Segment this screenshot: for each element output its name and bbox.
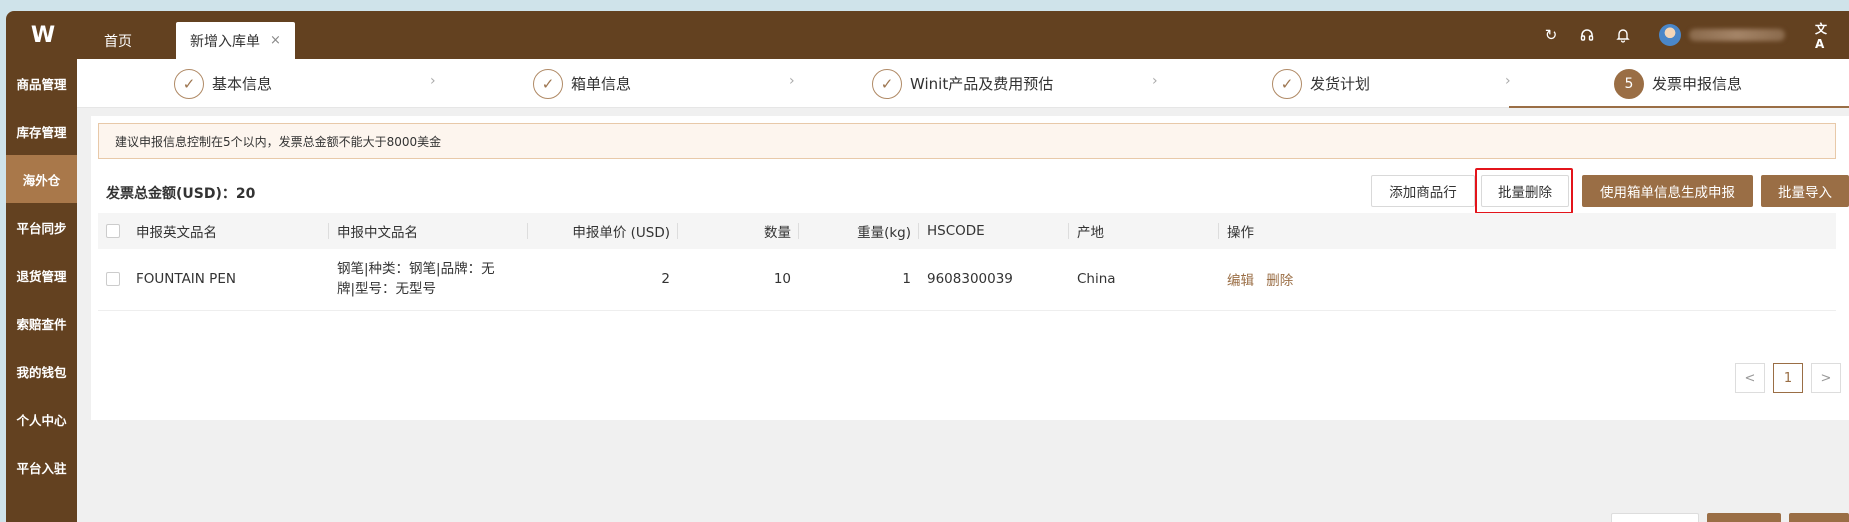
footer-button-partial[interactable] [1707,513,1781,522]
next-page-button[interactable]: > [1811,363,1841,393]
add-row-button[interactable]: 添加商品行 [1371,175,1475,207]
generate-from-box-button[interactable]: 使用箱单信息生成申报 [1582,175,1753,207]
footer-button-partial[interactable] [1611,513,1699,522]
cell-quantity: 10 [678,249,799,311]
tab-new-inbound-order-label: 新增入库单 [190,33,260,50]
cell-origin: China [1069,249,1219,311]
step-invoice-declaration[interactable]: 5 发票申报信息 [1614,59,1742,108]
batch-import-button[interactable]: 批量导入 [1761,175,1849,207]
declaration-table: 申报英文品名 申报中文品名 申报单价 (USD) 数量 重量(kg) HSCOD… [98,213,1836,311]
chevron-right-icon: › [1152,73,1158,89]
footer-button-partial[interactable] [1789,513,1849,522]
col-origin: 产地 [1069,213,1219,249]
sidebar-item-returns-management[interactable]: 退货管理 [6,251,77,299]
bell-icon[interactable] [1613,25,1633,45]
table-header-row: 申报英文品名 申报中文品名 申报单价 (USD) 数量 重量(kg) HSCOD… [98,213,1836,249]
tab-new-inbound-order[interactable]: 新增入库单 × [176,22,295,59]
table-row: FOUNTAIN PEN 钢笔|种类：钢笔|品牌：无牌|型号：无型号 2 10 … [98,249,1836,311]
sidebar-item-inventory-management[interactable]: 库存管理 [6,107,77,155]
edit-link[interactable]: 编辑 [1227,273,1254,289]
sidebar-item-product-management[interactable]: 商品管理 [6,59,77,107]
check-icon: ✓ [872,68,902,99]
highlight-annotation [1475,168,1573,214]
sidebar-item-claims-tracking[interactable]: 索赔查件 [6,299,77,347]
col-unit-price: 申报单价 (USD) [528,213,678,249]
sidebar-item-my-wallet[interactable]: 我的钱包 [6,347,77,395]
step-basic-info[interactable]: ✓ 基本信息 [174,59,272,108]
col-hscode: HSCODE [919,213,1069,249]
step-label: Winit产品及费用预估 [910,75,1054,93]
step-label: 箱单信息 [571,75,632,93]
sidebar: 商品管理 库存管理 海外仓 平台同步 退货管理 索赔查件 我的钱包 个人中心 平… [6,59,77,522]
winit-logo[interactable]: W [6,11,77,59]
step-shipping-plan[interactable]: ✓ 发货计划 [1272,59,1370,108]
check-icon: ✓ [174,68,204,99]
tab-home[interactable]: 首页 [90,22,146,59]
main-content: 建议申报信息控制在5个以内，发票总金额不能大于8000美金 发票总金额(USD)… [91,116,1849,420]
sidebar-item-personal-center[interactable]: 个人中心 [6,395,77,443]
step-winit-product-fee[interactable]: ✓ Winit产品及费用预估 [872,59,1053,108]
pagination: < 1 > [1727,363,1841,393]
row-checkbox[interactable] [106,272,120,287]
cell-en-name: FOUNTAIN PEN [128,249,329,311]
top-bar: W 首页 新增入库单 × ↻ 文A [6,11,1849,59]
page-1-button[interactable]: 1 [1773,363,1803,393]
refresh-icon[interactable]: ↻ [1541,25,1561,45]
step-packing-list[interactable]: ✓ 箱单信息 [533,59,631,108]
sidebar-item-platform-onboarding[interactable]: 平台入驻 [6,443,77,491]
row-select-cell [98,249,128,311]
check-icon: ✓ [1272,68,1302,99]
cell-hscode: 9608300039 [919,249,1069,311]
notice-banner: 建议申报信息控制在5个以内，发票总金额不能大于8000美金 [98,123,1836,159]
cell-actions: 编辑 删除 [1219,249,1836,311]
cell-cn-name-wrap: 钢笔|种类：钢笔|品牌：无牌|型号：无型号 [329,249,528,311]
select-all-cell [98,213,128,249]
tab-home-label: 首页 [104,33,132,50]
avatar[interactable] [1659,24,1681,46]
step-number: 5 [1614,68,1644,99]
username-blurred[interactable] [1689,29,1785,41]
chevron-right-icon: › [430,73,436,89]
col-en-name: 申报英文品名 [128,213,329,249]
progress-steps: ✓ 基本信息 › ✓ 箱单信息 › ✓ Winit产品及费用预估 › ✓ 发货计… [77,59,1849,108]
step-label: 基本信息 [212,75,273,93]
app-window: W 首页 新增入库单 × ↻ 文A 商品管理 库存管理 海外仓 平台同步 退货管… [6,11,1849,522]
col-cn-name: 申报中文品名 [329,213,528,249]
sidebar-item-platform-sync[interactable]: 平台同步 [6,203,77,251]
invoice-total: 发票总金额(USD)：20 [106,186,256,202]
cell-unit-price: 2 [528,249,678,311]
check-icon: ✓ [533,68,563,99]
select-all-checkbox[interactable] [106,224,120,238]
cell-cn-name: 钢笔|种类：钢笔|品牌：无牌|型号：无型号 [337,261,495,298]
cell-weight: 1 [799,249,919,311]
headset-icon[interactable] [1577,25,1597,45]
chevron-right-icon: › [789,73,795,89]
col-quantity: 数量 [678,213,799,249]
active-step-underline [1509,106,1849,108]
close-icon[interactable]: × [270,33,281,48]
prev-page-button[interactable]: < [1735,363,1765,393]
translate-icon[interactable]: 文A [1815,22,1835,51]
delete-link[interactable]: 删除 [1266,273,1293,289]
step-label: 发货计划 [1310,75,1371,93]
step-label: 发票申报信息 [1652,75,1743,93]
col-weight: 重量(kg) [799,213,919,249]
col-actions: 操作 [1219,213,1836,249]
chevron-right-icon: › [1505,73,1511,89]
sidebar-item-overseas-warehouse[interactable]: 海外仓 [6,155,77,203]
top-right-toolbar: ↻ 文A [1533,11,1849,59]
